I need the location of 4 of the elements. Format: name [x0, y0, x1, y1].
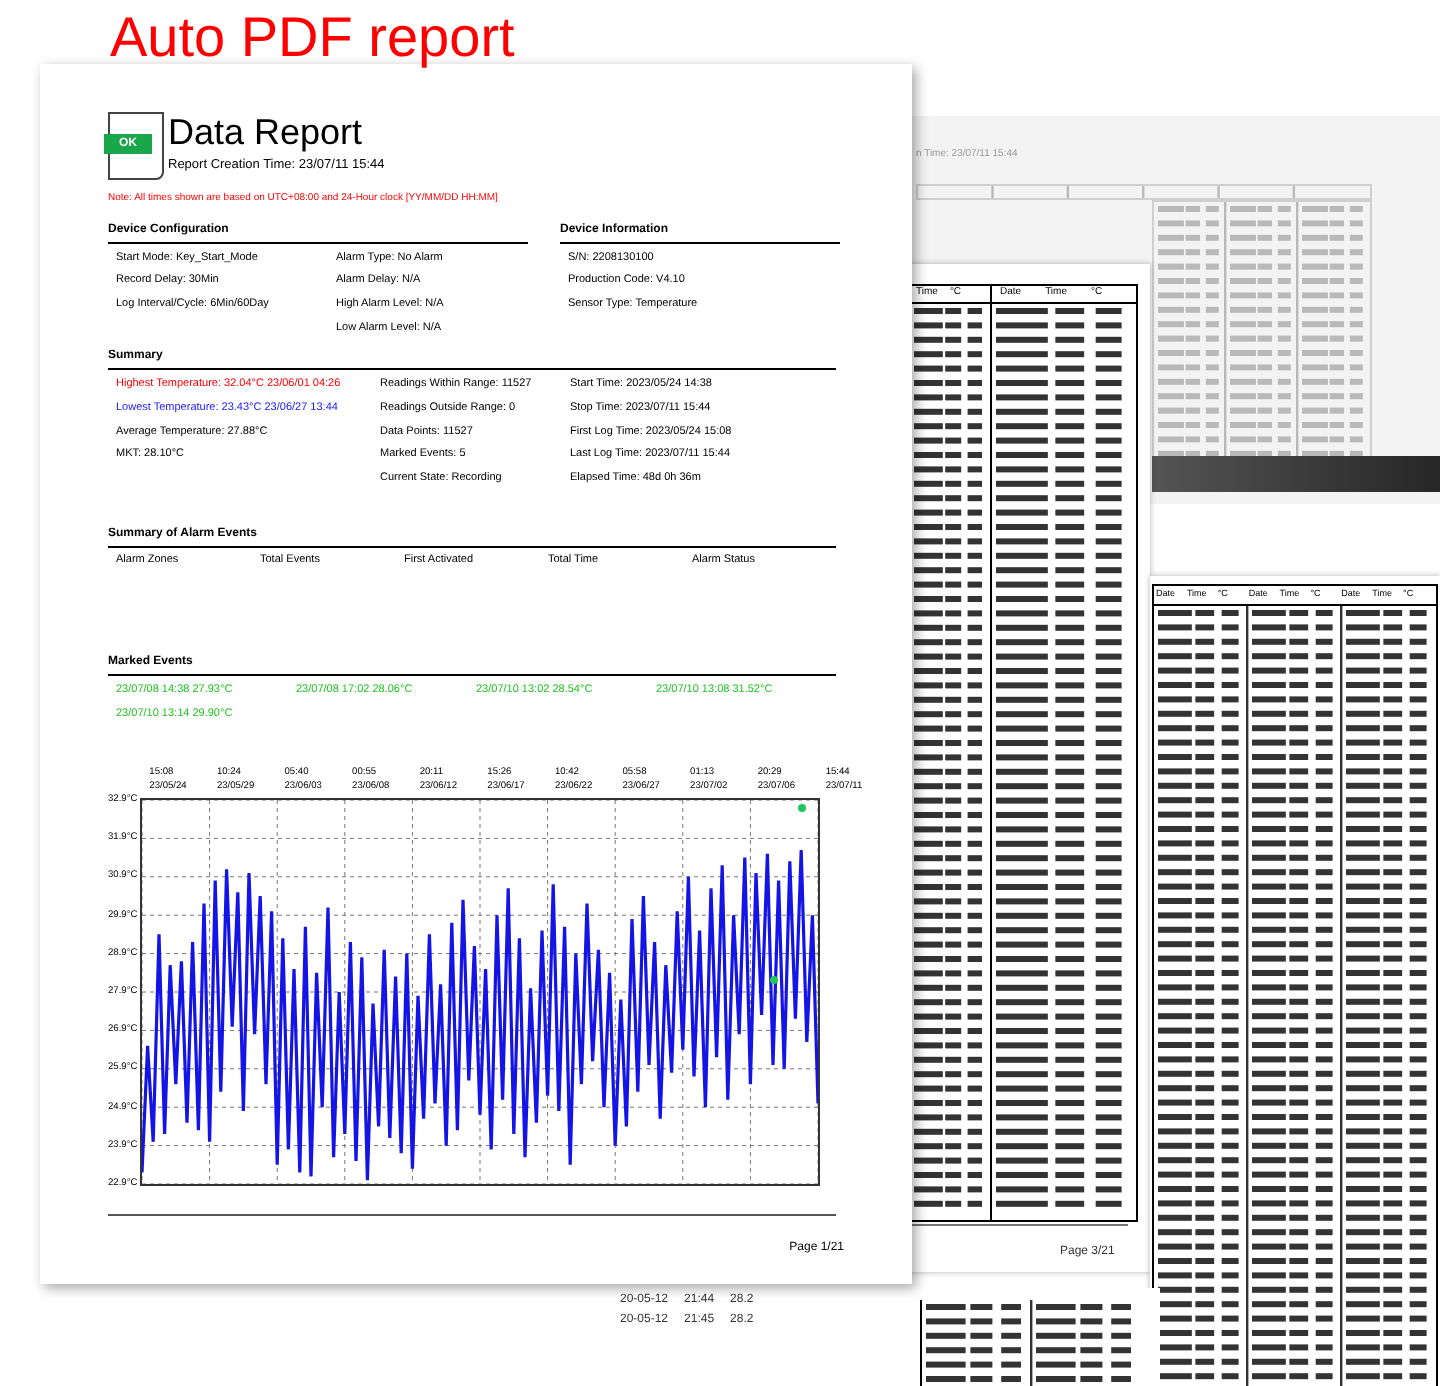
event-marker — [770, 976, 778, 984]
event-marker — [798, 804, 806, 812]
report-title: Data Report — [168, 112, 365, 152]
banner-title: Auto PDF report — [110, 4, 515, 72]
